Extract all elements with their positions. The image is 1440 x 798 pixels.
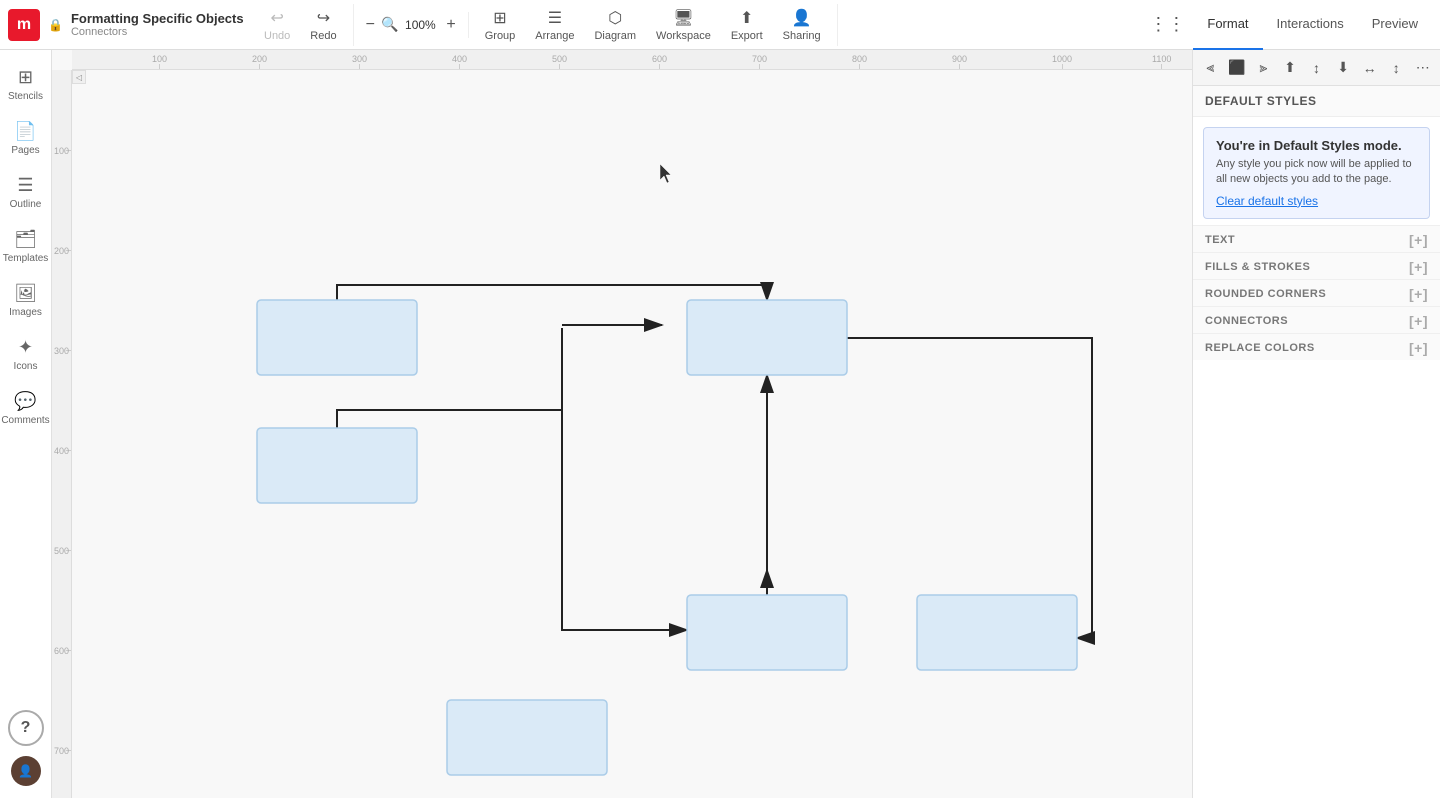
toolbar: m 🔒 Formatting Specific Objects Connecto… <box>0 0 1440 50</box>
section-text-toggle: [+] <box>1409 232 1428 248</box>
section-replace-colors[interactable]: REPLACE COLORS [+] <box>1193 333 1440 360</box>
section-rounded-toggle: [+] <box>1409 286 1428 302</box>
arrange-icon: ☰ <box>548 8 562 28</box>
align-right-icon[interactable]: ⫸ <box>1250 54 1277 82</box>
undo-icon: ↩ <box>270 8 283 28</box>
box-2[interactable] <box>687 300 847 375</box>
zoom-search-icon: 🔍 <box>381 16 398 33</box>
arrange-button[interactable]: ☰ Arrange <box>527 4 582 46</box>
sharing-icon: 👤 <box>792 8 812 28</box>
distribute-h-icon[interactable]: ↔ <box>1356 54 1383 82</box>
zoom-group: − 🔍 100% + <box>354 12 469 38</box>
comments-icon: 💬 <box>14 391 36 412</box>
ruler-top: 100 200 300 400 500 600 700 800 900 1000… <box>72 50 1192 70</box>
ruler-left: 100 200 300 400 500 600 700 <box>52 70 72 798</box>
main-area: ⊞ Stencils 📄 Pages ☰ Outline 🗂 Templates… <box>0 50 1440 798</box>
section-replace-toggle: [+] <box>1409 340 1428 356</box>
diagram-icon: ⬡ <box>608 8 622 28</box>
connector-1 <box>337 285 767 300</box>
zoom-out-button[interactable]: − <box>362 12 379 38</box>
diagram-canvas[interactable] <box>72 70 1192 798</box>
sidebar-item-templates[interactable]: 🗂 Templates <box>4 220 48 272</box>
right-panel-icons: ⫷ ⬛ ⫸ ⬆ ↕ ⬇ ↔ ↕ ⋯ <box>1193 50 1440 86</box>
panel-header: DEFAULT STYLES <box>1193 86 1440 117</box>
group-icon: ⊞ <box>493 8 506 28</box>
workspace-icon: 🖥 <box>673 8 693 28</box>
sharing-button[interactable]: 👤 Sharing <box>775 4 829 46</box>
images-icon: 🖼 <box>14 283 37 304</box>
group-button[interactable]: ⊞ Group <box>477 4 524 46</box>
redo-button[interactable]: ↪ Redo <box>302 4 344 46</box>
user-avatar[interactable]: 👤 <box>11 756 41 786</box>
more-options-icon[interactable]: ⋮⋮ <box>1141 14 1193 35</box>
sidebar-item-stencils[interactable]: ⊞ Stencils <box>4 58 48 110</box>
app-logo: m <box>8 9 40 41</box>
help-button[interactable]: ? <box>8 710 44 746</box>
box-4[interactable] <box>687 595 847 670</box>
sidebar-item-images[interactable]: 🖼 Images <box>4 274 48 326</box>
align-center-icon[interactable]: ⬛ <box>1224 54 1251 82</box>
sidebar-bottom: ? 👤 <box>8 710 44 798</box>
icons-icon: ✦ <box>18 337 33 358</box>
undo-redo-group: ↩ Undo ↪ Redo <box>248 4 354 46</box>
zoom-level: 100% <box>400 18 440 32</box>
doc-subtitle: Connectors <box>71 26 244 38</box>
box-6[interactable] <box>447 700 607 775</box>
banner-desc: Any style you pick now will be applied t… <box>1216 157 1417 188</box>
align-left-icon[interactable]: ⫷ <box>1197 54 1224 82</box>
tab-preview[interactable]: Preview <box>1358 0 1432 50</box>
more-align-icon[interactable]: ⋯ <box>1410 54 1437 82</box>
align-bottom-icon[interactable]: ⬇ <box>1330 54 1357 82</box>
tab-interactions[interactable]: Interactions <box>1263 0 1358 50</box>
export-button[interactable]: ⬆ Export <box>723 4 771 46</box>
zoom-in-button[interactable]: + <box>442 12 459 38</box>
section-fills[interactable]: FILLS & STROKES [+] <box>1193 252 1440 279</box>
align-top-icon[interactable]: ⬆ <box>1277 54 1304 82</box>
undo-button[interactable]: ↩ Undo <box>256 4 298 46</box>
doc-title: Formatting Specific Objects <box>71 11 244 27</box>
connector-3 <box>847 338 1092 638</box>
banner-title: You're in Default Styles mode. <box>1216 138 1417 153</box>
sidebar-item-pages[interactable]: 📄 Pages <box>4 112 48 164</box>
sidebar-item-outline[interactable]: ☰ Outline <box>4 166 48 218</box>
sidebar-item-comments[interactable]: 💬 Comments <box>4 382 48 434</box>
right-panel: ⫷ ⬛ ⫸ ⬆ ↕ ⬇ ↔ ↕ ⋯ DEFAULT STYLES You're … <box>1192 50 1440 798</box>
export-icon: ⬆ <box>740 8 753 28</box>
sidebar-item-icons[interactable]: ✦ Icons <box>4 328 48 380</box>
distribute-v-icon[interactable]: ↕ <box>1383 54 1410 82</box>
canvas-wrapper[interactable]: 100 200 300 400 500 600 700 800 900 1000… <box>52 50 1192 798</box>
stencils-icon: ⊞ <box>18 67 33 88</box>
tab-format[interactable]: Format <box>1193 0 1262 50</box>
section-text[interactable]: TEXT [+] <box>1193 225 1440 252</box>
diagram-button[interactable]: ⬡ Diagram <box>586 4 644 46</box>
clear-default-styles-link[interactable]: Clear default styles <box>1216 194 1417 208</box>
section-connectors-toggle: [+] <box>1409 313 1428 329</box>
logo-area: m 🔒 Formatting Specific Objects Connecto… <box>8 9 248 41</box>
section-connectors[interactable]: CONNECTORS [+] <box>1193 306 1440 333</box>
lock-icon: 🔒 <box>48 18 63 32</box>
section-rounded-corners[interactable]: ROUNDED CORNERS [+] <box>1193 279 1440 306</box>
connector-6 <box>562 328 687 630</box>
box-1[interactable] <box>257 300 417 375</box>
templates-icon: 🗂 <box>14 229 37 250</box>
outline-icon: ☰ <box>17 175 33 196</box>
box-5[interactable] <box>917 595 1077 670</box>
box-3[interactable] <box>257 428 417 503</box>
redo-icon: ↪ <box>317 8 330 28</box>
collapse-toggle[interactable]: ◁ <box>72 70 86 84</box>
group-arrange-group: ⊞ Group ☰ Arrange ⬡ Diagram 🖥 Workspace … <box>469 4 838 46</box>
left-sidebar: ⊞ Stencils 📄 Pages ☰ Outline 🗂 Templates… <box>0 50 52 798</box>
align-middle-icon[interactable]: ↕ <box>1303 54 1330 82</box>
pages-icon: 📄 <box>14 121 36 142</box>
section-fills-toggle: [+] <box>1409 259 1428 275</box>
default-styles-banner: You're in Default Styles mode. Any style… <box>1203 127 1430 219</box>
workspace-button[interactable]: 🖥 Workspace <box>648 4 719 46</box>
right-tabs: ⋮⋮ Format Interactions Preview <box>1141 0 1432 50</box>
